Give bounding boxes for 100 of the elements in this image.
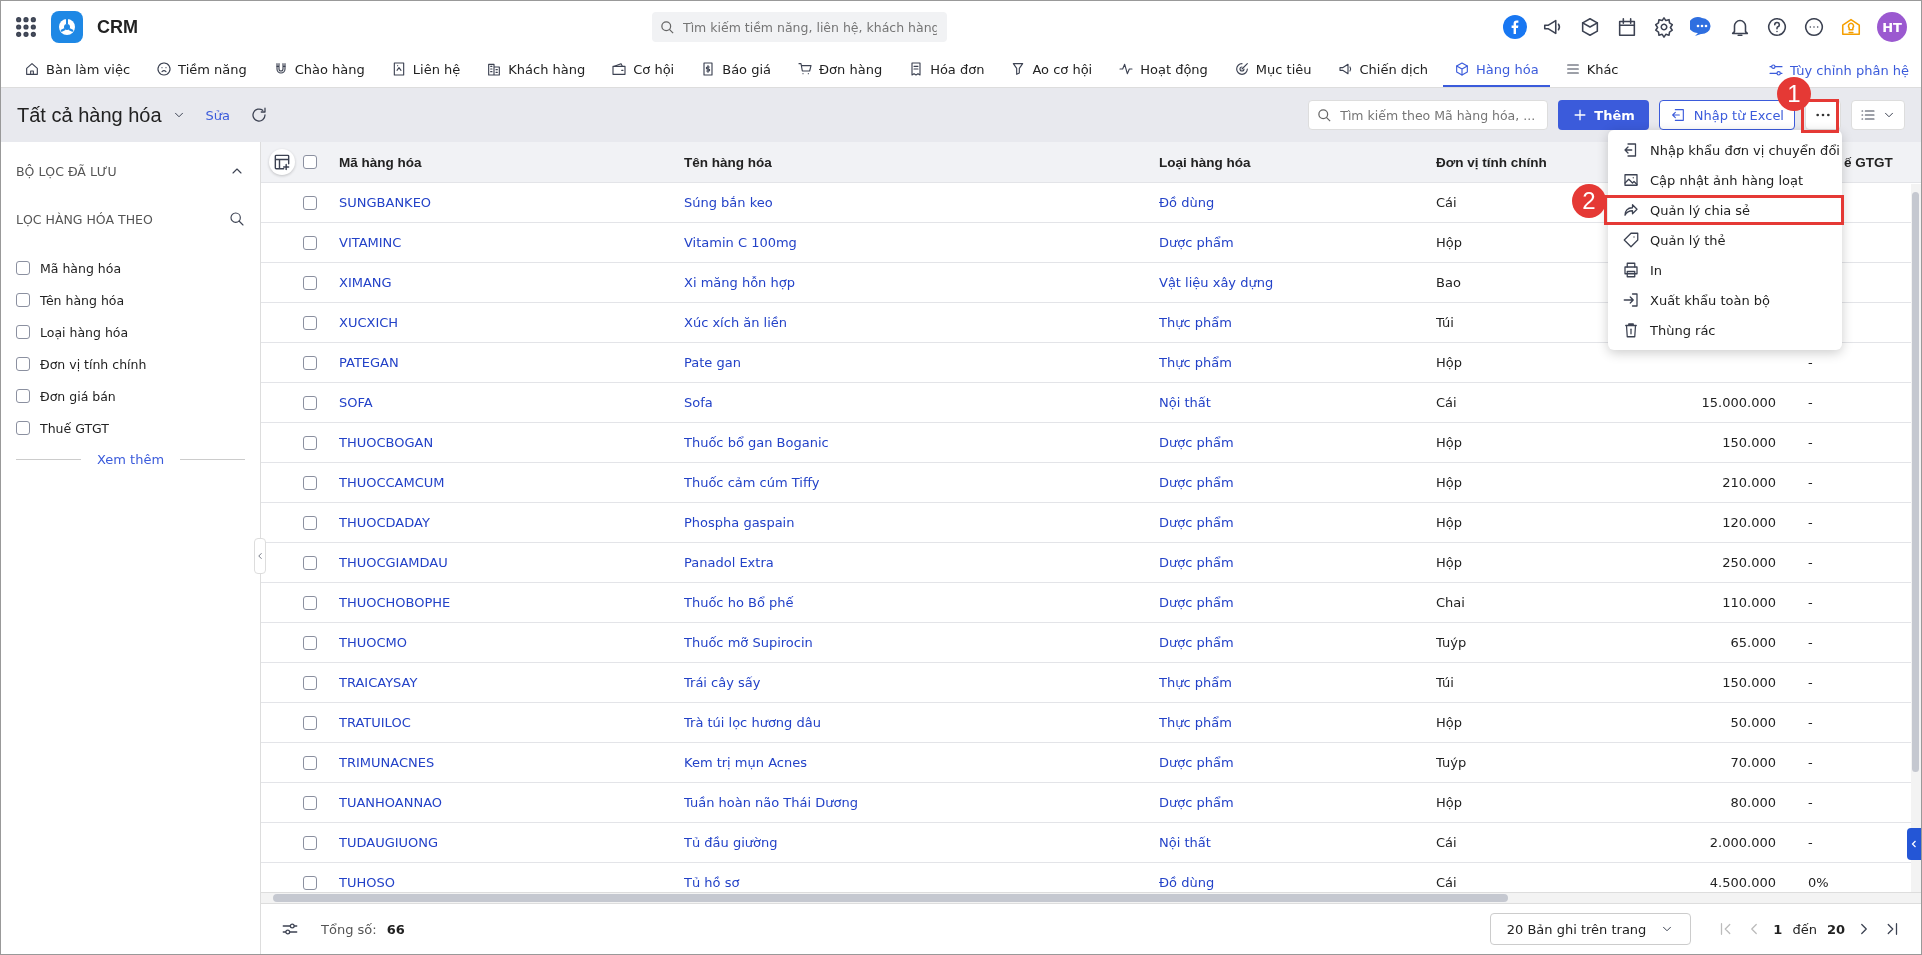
category-link[interactable]: Dược phẩm xyxy=(1159,755,1234,770)
module-tab[interactable]: Bàn làm việc xyxy=(13,53,142,87)
product-code-link[interactable]: TRATUILOC xyxy=(339,715,411,730)
table-cell: Cái xyxy=(1436,195,1457,210)
product-code-link[interactable]: SOFA xyxy=(339,395,373,410)
module-tab[interactable]: Hoạt động xyxy=(1107,53,1219,87)
table-cell: - xyxy=(1808,675,1813,690)
view-title[interactable]: Tất cả hàng hóa xyxy=(17,103,162,127)
product-code-link[interactable]: PATEGAN xyxy=(339,355,399,370)
column-header[interactable]: ế GTGT xyxy=(1844,154,1893,170)
product-name-link[interactable]: Vitamin C 100mg xyxy=(684,235,797,250)
category-link[interactable]: Thực phẩm xyxy=(1159,715,1232,730)
category-link[interactable]: Đồ dùng xyxy=(1159,875,1215,890)
product-code-link[interactable]: XIMANG xyxy=(339,275,392,290)
product-name-link[interactable]: Kem trị mụn Acnes xyxy=(684,755,807,770)
menu-item[interactable]: Xuất khẩu toàn bộ xyxy=(1608,285,1842,315)
product-code-link[interactable]: TRAICAYSAY xyxy=(339,675,418,690)
filter-label: Đơn vị tính chính xyxy=(40,356,147,372)
category-link[interactable]: Dược phẩm xyxy=(1159,635,1234,650)
product-name-link[interactable]: Tủ hồ sơ xyxy=(684,875,740,890)
category-link[interactable]: Thực phẩm xyxy=(1159,675,1232,690)
module-tab[interactable]: Tiềm năng xyxy=(145,53,258,87)
menu-item[interactable]: Quản lý thẻ xyxy=(1608,225,1842,255)
module-tab[interactable]: Cơ hội xyxy=(600,53,686,87)
table-cell: 250.000 xyxy=(1722,555,1776,570)
product-name-link[interactable]: Xi măng hỗn hợp xyxy=(684,275,795,290)
product-name-link[interactable]: Phospha gaspain xyxy=(684,515,795,530)
product-code-link[interactable]: SUNGBANKEO xyxy=(339,195,432,210)
product-code-link[interactable]: THUOCGIAMDAU xyxy=(339,555,448,570)
table-cell: Hộp xyxy=(1436,555,1462,570)
product-name-link[interactable]: Súng bắn keo xyxy=(684,195,773,210)
category-link[interactable]: Dược phẩm xyxy=(1159,595,1234,610)
category-link[interactable]: Đồ dùng xyxy=(1159,195,1215,210)
product-code-link[interactable]: TUANHOANNAO xyxy=(339,795,443,810)
product-name-link[interactable]: Trái cây sấy xyxy=(684,675,761,690)
product-code-link[interactable]: VITAMINC xyxy=(339,235,402,250)
column-header[interactable]: Loại hàng hóa xyxy=(1159,154,1251,170)
menu-item[interactable]: Nhập khẩu đơn vị chuyển đổi xyxy=(1608,135,1842,165)
module-tab[interactable]: Báo giá xyxy=(689,53,783,87)
menu-item[interactable]: Quản lý chia sẻ xyxy=(1604,195,1844,225)
column-header[interactable]: Mã hàng hóa xyxy=(339,154,422,170)
product-name-link[interactable]: Tủ đầu giường xyxy=(684,835,778,850)
product-name-link[interactable]: Tuần hoàn não Thái Dương xyxy=(684,795,858,810)
product-code-link[interactable]: THUOCBOGAN xyxy=(339,435,434,450)
product-name-link[interactable]: Sofa xyxy=(684,395,713,410)
category-link[interactable]: Dược phẩm xyxy=(1159,795,1234,810)
module-tab[interactable]: Chào hàng xyxy=(261,53,376,87)
product-code-link[interactable]: TUHOSO xyxy=(339,875,395,890)
product-code-link[interactable]: THUOCDADAY xyxy=(339,515,430,530)
category-link[interactable]: Dược phẩm xyxy=(1159,435,1234,450)
module-tab[interactable]: Ao cơ hội xyxy=(999,53,1104,87)
category-link[interactable]: Dược phẩm xyxy=(1159,555,1234,570)
section-title: LỌC HÀNG HÓA THEO xyxy=(16,211,153,227)
category-link[interactable]: Nội thất xyxy=(1159,395,1211,410)
column-header[interactable]: Tên hàng hóa xyxy=(684,154,772,170)
filter-label: Tên hàng hóa xyxy=(40,292,125,308)
column-header[interactable]: Đơn vị tính chính xyxy=(1436,154,1547,170)
product-code-link[interactable]: THUOCMO xyxy=(339,635,407,650)
menu-item[interactable]: Thùng rác xyxy=(1608,315,1842,345)
module-tab[interactable]: Liên hệ xyxy=(379,53,472,87)
category-link[interactable]: Thực phẩm xyxy=(1159,315,1232,330)
product-code-link[interactable]: XUCXICH xyxy=(339,315,399,330)
table-cell: Tuýp xyxy=(1436,635,1467,650)
category-link[interactable]: Vật liệu xây dựng xyxy=(1159,275,1274,290)
filter-label: Loại hàng hóa xyxy=(40,324,129,340)
module-tab[interactable]: Khách hàng xyxy=(475,53,597,87)
module-tab[interactable]: Khác xyxy=(1553,53,1630,87)
product-name-link[interactable]: Trà túi lọc hương dâu xyxy=(684,715,821,730)
page-size-select[interactable]: 20 Bản ghi trên trang xyxy=(1489,913,1692,945)
product-name-link[interactable]: Xúc xích ăn liền xyxy=(684,315,788,330)
module-tab[interactable]: Hóa đơn xyxy=(897,53,996,87)
product-name-link[interactable]: Pate gan xyxy=(684,355,741,370)
module-tab[interactable]: Chiến dịch xyxy=(1326,53,1440,87)
category-link[interactable]: Nội thất xyxy=(1159,835,1211,850)
table-cell: 80.000 xyxy=(1730,795,1776,810)
product-code-link[interactable]: THUOCCAMCUM xyxy=(339,475,445,490)
menu-item[interactable]: Cập nhật ảnh hàng loạt xyxy=(1608,165,1842,195)
category-link[interactable]: Thực phẩm xyxy=(1159,355,1232,370)
edit-link[interactable]: Sửa xyxy=(205,107,231,123)
user-avatar[interactable]: HT xyxy=(1877,12,1907,42)
product-name-link[interactable]: Thuốc cảm cúm Tiffy xyxy=(684,475,820,490)
category-link[interactable]: Dược phẩm xyxy=(1159,235,1234,250)
product-name-link[interactable]: Panadol Extra xyxy=(684,555,774,570)
category-link[interactable]: Dược phẩm xyxy=(1159,475,1234,490)
product-code-link[interactable]: THUOCHOBOPHE xyxy=(339,595,451,610)
module-tab[interactable]: Hàng hóa xyxy=(1443,53,1550,87)
product-name-link[interactable]: Thuốc ho Bổ phế xyxy=(684,595,794,610)
table-cell: 150.000 xyxy=(1722,675,1776,690)
module-tab[interactable]: Đơn hàng xyxy=(786,53,894,87)
search-field[interactable]: Tìm kiếm theo Mã hàng hóa, ... xyxy=(1308,100,1549,130)
add-button[interactable]: Thêm xyxy=(1558,100,1649,130)
product-code-link[interactable]: TRIMUNACNES xyxy=(339,755,435,770)
product-name-link[interactable]: Thuốc mỡ Supirocin xyxy=(684,635,813,650)
product-code-link[interactable]: TUDAUGIUONG xyxy=(339,835,439,850)
menu-item[interactable]: In xyxy=(1608,255,1842,285)
module-tab[interactable]: Mục tiêu xyxy=(1222,53,1323,87)
product-name-link[interactable]: Thuốc bổ gan Boganic xyxy=(684,435,829,450)
filter-label: Đơn giá bán xyxy=(40,388,116,404)
show-more-link[interactable]: Xem thêm xyxy=(96,452,165,467)
category-link[interactable]: Dược phẩm xyxy=(1159,515,1234,530)
